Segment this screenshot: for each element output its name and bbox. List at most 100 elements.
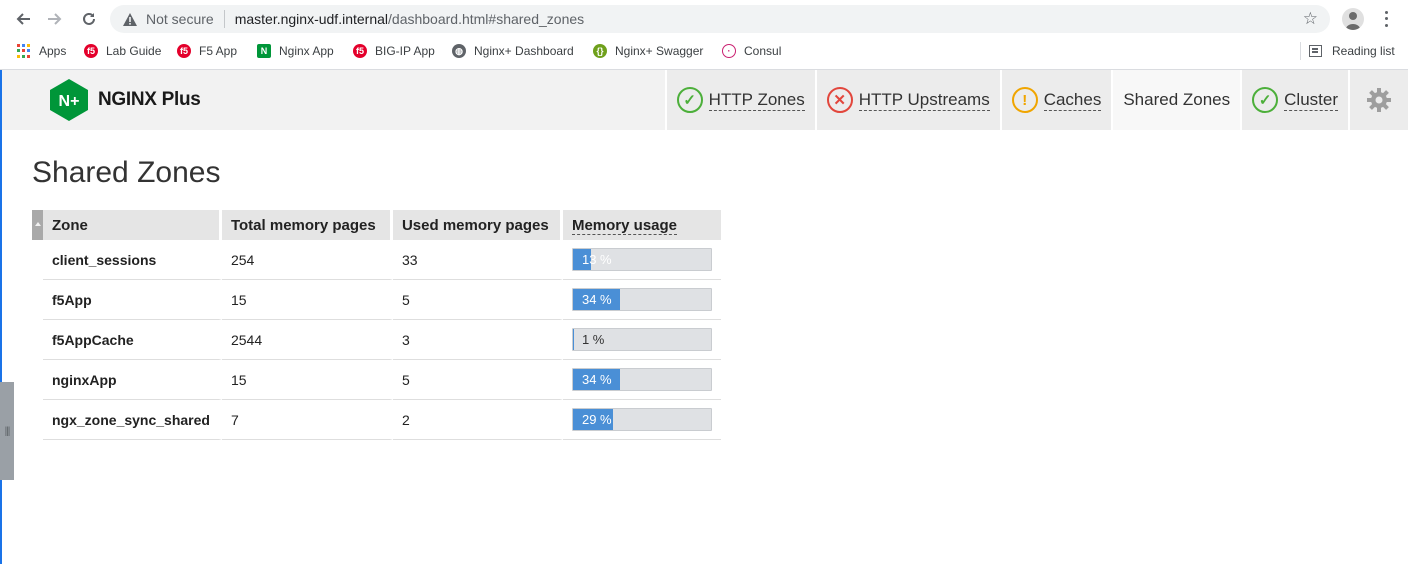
memory-usage-cell: 34 % bbox=[562, 360, 721, 400]
nginx-logo-icon: N bbox=[257, 44, 271, 58]
side-panel-handle[interactable]: ||| bbox=[0, 382, 14, 480]
memory-usage-bar: 13 % bbox=[571, 248, 712, 271]
globe-icon: ◍ bbox=[452, 44, 466, 58]
memory-usage-bar: 34 % bbox=[571, 368, 712, 391]
zone-name-cell: f5App bbox=[43, 280, 222, 320]
reading-list-button[interactable]: Reading list bbox=[1300, 42, 1395, 60]
forward-arrow-icon[interactable] bbox=[44, 8, 66, 30]
memory-usage-label: 34 % bbox=[581, 292, 612, 307]
memory-usage-cell: 13 % bbox=[562, 240, 721, 280]
bookmark-star-icon[interactable]: ☆ bbox=[1303, 9, 1318, 29]
used-pages-cell: 33 bbox=[392, 240, 563, 280]
tab-http-zones[interactable]: ✓ HTTP Zones bbox=[664, 70, 815, 130]
zone-name-cell: ngx_zone_sync_shared bbox=[43, 400, 222, 440]
memory-usage-label: 29 % bbox=[581, 412, 612, 427]
f5-logo-icon: f5 bbox=[353, 44, 367, 58]
bookmark-nginx-dashboard[interactable]: ◍ Nginx+ Dashboard bbox=[452, 42, 574, 60]
memory-usage-bar: 29 % bbox=[571, 408, 712, 431]
bookmark-nginx-app[interactable]: N Nginx App bbox=[257, 42, 334, 60]
profile-avatar-icon[interactable] bbox=[1342, 8, 1364, 30]
table-header-row: Zone Total memory pages Used memory page… bbox=[32, 210, 721, 240]
security-label[interactable]: Not secure bbox=[146, 11, 214, 27]
tab-caches[interactable]: ! Caches bbox=[999, 70, 1112, 130]
column-header-used-pages: Used memory pages bbox=[392, 210, 563, 240]
tab-http-upstreams[interactable]: ✕ HTTP Upstreams bbox=[814, 70, 1000, 130]
total-pages-cell: 2544 bbox=[221, 320, 393, 360]
divider bbox=[223, 10, 225, 28]
reload-icon[interactable] bbox=[78, 8, 100, 30]
swagger-logo-icon: {} bbox=[593, 44, 607, 58]
consul-logo-icon: · bbox=[722, 44, 736, 58]
bookmark-big-ip-app[interactable]: f5 BIG-IP App bbox=[353, 42, 435, 60]
tab-cluster[interactable]: ✓ Cluster bbox=[1240, 70, 1348, 130]
nginx-plus-logo[interactable]: N+ NGINX Plus bbox=[48, 78, 201, 122]
bookmark-apps[interactable]: Apps bbox=[17, 42, 66, 60]
bookmark-nginx-swagger[interactable]: {} Nginx+ Swagger bbox=[593, 42, 703, 60]
tab-label: Caches bbox=[1043, 89, 1102, 111]
memory-usage-bar: 1 % bbox=[571, 328, 712, 351]
shared-zones-table: Zone Total memory pages Used memory page… bbox=[32, 210, 721, 440]
row-spacer bbox=[32, 360, 43, 400]
bookmark-label: Nginx+ Dashboard bbox=[474, 44, 574, 58]
error-x-circle-icon: ✕ bbox=[826, 87, 853, 113]
settings-button[interactable] bbox=[1348, 70, 1408, 130]
gear-icon bbox=[1367, 88, 1391, 112]
bookmark-label: BIG-IP App bbox=[375, 44, 435, 58]
total-pages-cell: 15 bbox=[221, 360, 393, 400]
bookmark-label: Nginx App bbox=[279, 44, 334, 58]
memory-usage-bar-fill bbox=[572, 329, 575, 350]
total-pages-cell: 7 bbox=[221, 400, 393, 440]
column-header-zone[interactable]: Zone bbox=[43, 210, 222, 240]
row-spacer bbox=[32, 240, 43, 280]
memory-usage-cell: 29 % bbox=[562, 400, 721, 440]
reading-list-icon bbox=[1309, 45, 1322, 57]
row-spacer bbox=[32, 320, 43, 360]
memory-usage-cell: 34 % bbox=[562, 280, 721, 320]
column-header-memory-usage[interactable]: Memory usage bbox=[562, 210, 721, 240]
tab-label: Cluster bbox=[1284, 89, 1338, 111]
tab-shared-zones[interactable]: Shared Zones bbox=[1111, 70, 1241, 130]
page-title: Shared Zones bbox=[32, 156, 221, 189]
total-pages-cell: 15 bbox=[221, 280, 393, 320]
zone-name-cell: client_sessions bbox=[43, 240, 222, 280]
nginx-hexagon-icon: N+ bbox=[50, 79, 88, 121]
sort-toggle[interactable] bbox=[32, 210, 43, 240]
warning-triangle-icon[interactable] bbox=[122, 11, 138, 27]
column-header-total-pages: Total memory pages bbox=[221, 210, 393, 240]
bookmark-label: Apps bbox=[39, 44, 67, 58]
used-pages-cell: 5 bbox=[392, 360, 563, 400]
logo-mark: N+ bbox=[59, 93, 80, 110]
bookmark-f5-app[interactable]: f5 F5 App bbox=[177, 42, 237, 60]
address-bar[interactable]: Not secure master.nginx-udf.internal/das… bbox=[110, 5, 1330, 33]
bookmark-consul[interactable]: · Consul bbox=[722, 42, 781, 60]
memory-usage-cell: 1 % bbox=[562, 320, 721, 360]
memory-usage-bar: 34 % bbox=[571, 288, 712, 311]
sort-arrow-icon bbox=[35, 222, 41, 226]
window-edge-accent bbox=[0, 70, 2, 564]
logo-text: NGINX Plus bbox=[98, 89, 201, 110]
apps-grid-icon bbox=[17, 44, 31, 58]
row-spacer bbox=[32, 280, 43, 320]
bookmark-label: F5 App bbox=[199, 44, 238, 58]
url-host[interactable]: master.nginx-udf.internal bbox=[235, 11, 388, 27]
table-row: nginxApp 15 5 34 % bbox=[32, 360, 721, 400]
check-circle-icon: ✓ bbox=[676, 87, 703, 113]
used-pages-cell: 2 bbox=[392, 400, 563, 440]
column-header-label: Memory usage bbox=[571, 216, 678, 235]
browser-menu-icon[interactable] bbox=[1380, 9, 1392, 29]
memory-usage-label: 13 % bbox=[581, 252, 612, 267]
tab-label: HTTP Upstreams bbox=[858, 89, 990, 111]
row-spacer bbox=[32, 400, 43, 440]
table-row: client_sessions 254 33 13 % bbox=[32, 240, 721, 280]
f5-logo-icon: f5 bbox=[84, 44, 98, 58]
bookmark-label: Lab Guide bbox=[106, 44, 162, 58]
tab-label: Shared Zones bbox=[1123, 90, 1231, 109]
bookmarks-bar: Apps f5 Lab Guide f5 F5 App N Nginx App … bbox=[0, 40, 1408, 62]
back-arrow-icon[interactable] bbox=[12, 8, 34, 30]
used-pages-cell: 3 bbox=[392, 320, 563, 360]
nav-tabs: ✓ HTTP Zones ✕ HTTP Upstreams ! Caches S… bbox=[664, 70, 1408, 130]
url-path[interactable]: /dashboard.html#shared_zones bbox=[388, 11, 584, 27]
memory-usage-label: 34 % bbox=[581, 372, 612, 387]
bookmark-lab-guide[interactable]: f5 Lab Guide bbox=[84, 42, 161, 60]
table-row: f5App 15 5 34 % bbox=[32, 280, 721, 320]
